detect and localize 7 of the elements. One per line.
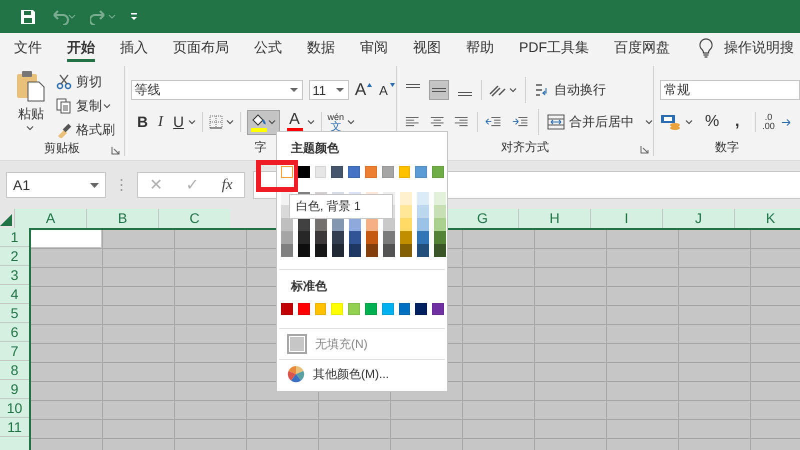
group-label: 字 [254, 138, 266, 156]
group-label: 剪贴板 [44, 140, 80, 157]
group-label: 数字 [715, 138, 739, 156]
menu-heading: 主题颜色 [290, 140, 340, 155]
menu-heading: 标准色 [290, 278, 328, 293]
tooltip: 白色, 背景 1 [289, 194, 393, 219]
group-label: 对齐方式 [501, 138, 549, 156]
